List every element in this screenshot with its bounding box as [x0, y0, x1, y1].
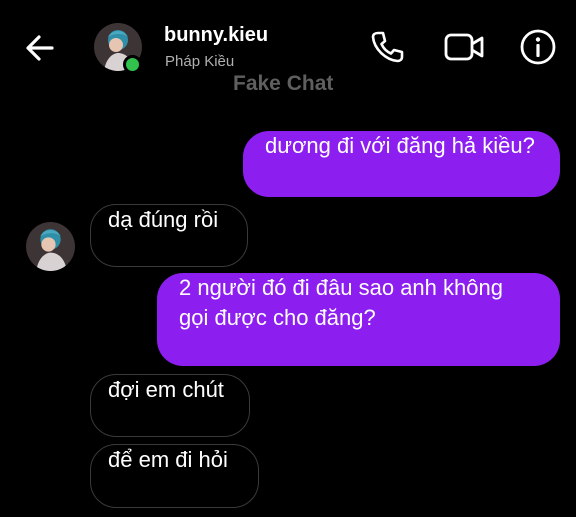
chat-header: bunny.kieu Pháp Kiều Fake Chat: [0, 0, 576, 96]
contact-name[interactable]: bunny.kieu: [164, 24, 268, 47]
contact-subtitle: Pháp Kiều: [165, 53, 235, 70]
sender-avatar[interactable]: [26, 222, 75, 271]
outgoing-message[interactable]: 2 người đó đi đâu sao anh không gọi được…: [157, 273, 560, 366]
outgoing-message[interactable]: dương đi với đăng hả kiều?: [243, 131, 560, 197]
back-arrow-icon[interactable]: [20, 28, 60, 68]
online-status-dot: [123, 55, 142, 74]
incoming-message[interactable]: dạ đúng rồi: [90, 204, 248, 267]
info-icon[interactable]: [519, 28, 557, 66]
video-camera-icon[interactable]: [443, 28, 485, 66]
phone-icon[interactable]: [368, 28, 406, 66]
avatar-image: [26, 222, 75, 271]
incoming-message[interactable]: đợi em chút: [90, 374, 250, 437]
watermark-text: Fake Chat: [233, 72, 334, 95]
incoming-message[interactable]: để em đi hỏi: [90, 444, 259, 508]
